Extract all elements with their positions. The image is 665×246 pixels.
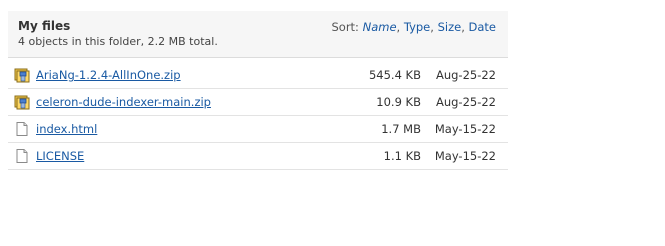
sort-by-date-link[interactable]: Date [469,20,497,34]
sort-by-size-link[interactable]: Size [438,20,462,34]
page-title: My files [18,19,71,33]
zip-archive-icon [14,94,30,110]
file-row: LICENSE 1.1 KB May-15-22 [8,143,508,170]
file-name-link[interactable]: LICENSE [36,149,84,163]
sort-label: Sort: [331,20,359,34]
file-name-link[interactable]: AriaNg-1.2.4-AllInOne.zip [36,68,181,82]
file-size: 545.4 KB [368,68,421,82]
file-row: AriaNg-1.2.4-AllInOne.zip 545.4 KB Aug-2… [8,62,508,89]
sort-by-type-link[interactable]: Type [404,20,430,34]
zip-archive-icon [14,67,30,83]
file-name-link[interactable]: index.html [36,122,97,136]
file-size: 1.7 MB [381,122,421,136]
file-row: celeron-dude-indexer-main.zip 10.9 KB Au… [8,89,508,116]
file-row: index.html 1.7 MB May-15-22 [8,116,508,143]
sort-separator: , [430,20,434,34]
file-size: 10.9 KB [376,95,421,109]
sort-separator: , [461,20,465,34]
file-name-link[interactable]: celeron-dude-indexer-main.zip [36,95,211,109]
file-listing-panel: My files 4 objects in this folder, 2.2 M… [8,11,508,170]
sort-separator: , [396,20,401,34]
folder-summary: 4 objects in this folder, 2.2 MB total. [18,35,218,48]
file-size: 1.1 KB [383,149,421,163]
file-date: May-15-22 [434,122,496,136]
document-icon [14,148,30,164]
file-date: Aug-25-22 [435,95,496,109]
file-list: AriaNg-1.2.4-AllInOne.zip 545.4 KB Aug-2… [8,62,508,170]
sort-controls: Sort: Name, Type, Size, Date [331,20,496,34]
file-date: Aug-25-22 [435,68,496,82]
listing-header: My files 4 objects in this folder, 2.2 M… [8,11,508,58]
document-icon [14,121,30,137]
sort-by-name-link[interactable]: Name [363,20,397,34]
file-date: May-15-22 [434,149,496,163]
